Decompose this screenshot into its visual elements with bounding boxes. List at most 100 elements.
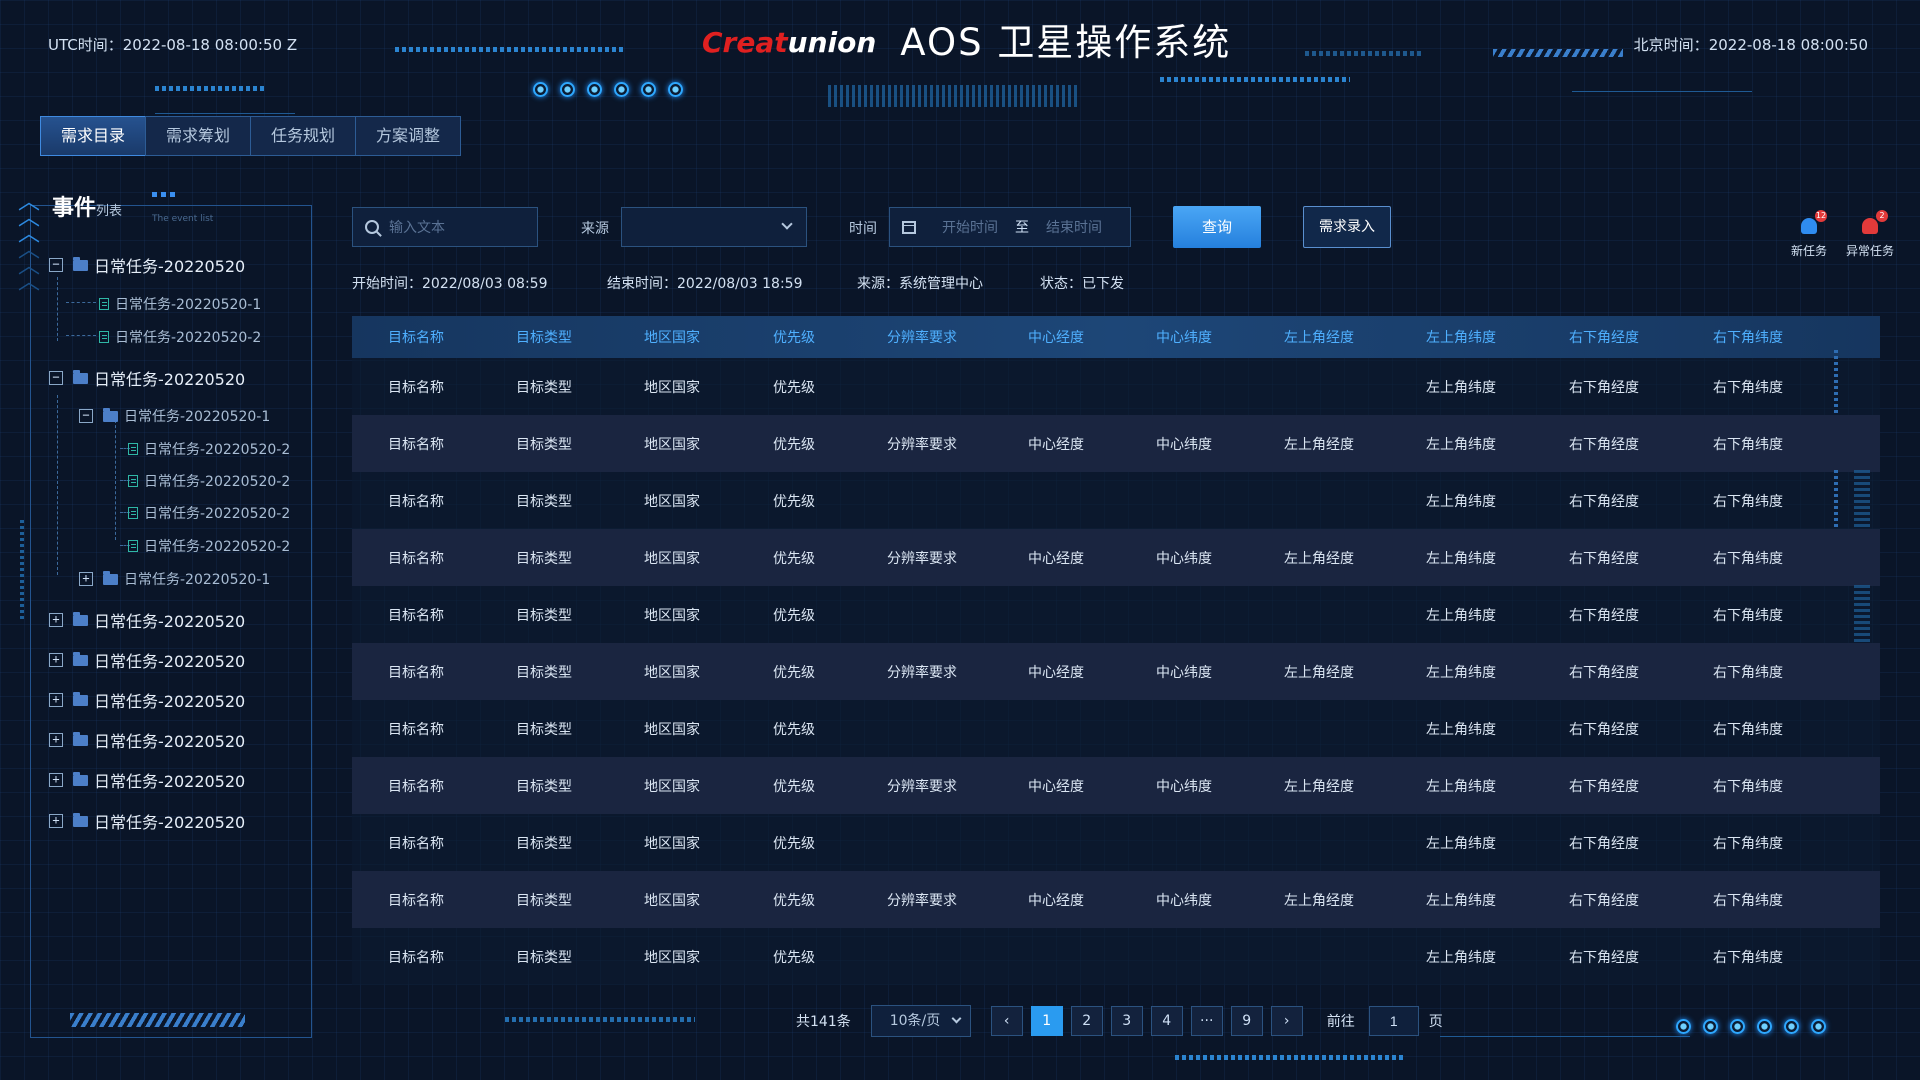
abnormal-task-badge: 2 [1876,210,1888,222]
page-size-select[interactable]: 10条/页 [870,1005,971,1037]
header-decor-bars [828,85,1080,107]
tab-task-planning[interactable]: 任务规划 [250,116,356,156]
table-row[interactable]: 目标名称 目标类型 地区国家 优先级 左上角纬度 右下角经度 右下角纬度 [352,700,1880,757]
header-decor-line-left [155,113,295,114]
source-select[interactable] [621,207,807,247]
utc-time-label: UTC时间 [48,36,108,54]
demand-entry-button[interactable]: 需求录入 [1303,206,1391,248]
tree-node[interactable]: + 日常任务-20220520 [49,608,245,632]
tree-node[interactable]: + 日常任务-20220520 [49,768,245,792]
expand-toggle[interactable]: + [79,572,93,586]
table-row[interactable]: 目标名称 目标类型 地区国家 优先级 左上角纬度 右下角经度 右下角纬度 [352,928,1880,985]
column-header[interactable]: 优先级 [736,327,852,347]
table-row[interactable]: 目标名称 目标类型 地区国家 优先级 分辨率要求 中心经度 中心纬度 左上角经度 左上角纬度 右下… [352,871,1880,928]
table-decor-bars [1854,585,1870,645]
table-row[interactable]: 目标名称 目标类型 地区国家 优先级 分辨率要求 中心经度 中心纬度 左上角经度 左上角纬度 右下… [352,757,1880,814]
expand-toggle[interactable]: + [49,613,63,627]
tree-leaf[interactable]: 日常任务-20220520-2 [128,536,290,556]
table-cell: 右下角经度 [1569,607,1639,624]
goto-page-input[interactable] [1368,1006,1419,1036]
tab-plan-adjustment[interactable]: 方案调整 [355,116,461,156]
table-cell: 目标类型 [516,664,572,681]
folder-icon [73,651,88,666]
prev-page-button[interactable]: ‹ [990,1006,1023,1036]
table-row[interactable]: 目标名称 目标类型 地区国家 优先级 分辨率要求 中心经度 中心纬度 左上角经度 左上角纬度 右下… [352,529,1880,586]
sidebar-decor-stripe [70,1013,245,1027]
table-cell: 右下角纬度 [1713,949,1783,966]
column-header[interactable]: 右下角经度 [1532,327,1676,347]
table-row[interactable]: 目标名称 目标类型 地区国家 优先级 左上角纬度 右下角经度 右下角纬度 [352,358,1880,415]
table-row[interactable]: 目标名称 目标类型 地区国家 优先级 左上角纬度 右下角经度 右下角纬度 [352,586,1880,643]
column-header[interactable]: 地区国家 [608,327,736,347]
expand-toggle[interactable]: + [49,733,63,747]
tree-node[interactable]: + 日常任务-20220520-1 [79,569,270,589]
table-row[interactable]: 目标名称 目标类型 地区国家 优先级 分辨率要求 中心经度 中心纬度 左上角经度 左上角纬度 右下… [352,415,1880,472]
column-header[interactable]: 目标名称 [352,327,480,347]
tab-demand-catalog[interactable]: 需求目录 [40,116,146,156]
tree-leaf[interactable]: 日常任务-20220520-2 [128,471,290,491]
table-cell: 中心经度 [1028,550,1084,567]
expand-toggle[interactable]: + [49,653,63,667]
tree-node[interactable]: − 日常任务-20220520-1 [79,406,270,426]
tree-leaf[interactable]: 日常任务-20220520-1 [99,294,261,314]
date-range-picker[interactable]: 开始时间 至 结束时间 [889,207,1131,247]
tree-node[interactable]: − 日常任务-20220520 [49,366,245,390]
tree-leaf-label: 日常任务-20220520-2 [144,539,291,555]
tree-node[interactable]: + 日常任务-20220520 [49,688,245,712]
folder-icon [103,407,118,422]
column-header[interactable]: 中心纬度 [1120,327,1248,347]
column-header[interactable]: 右下角纬度 [1676,327,1820,347]
page-button[interactable]: ··· [1190,1006,1223,1036]
table-row[interactable]: 目标名称 目标类型 地区国家 优先级 左上角纬度 右下角经度 右下角纬度 [352,472,1880,529]
column-header[interactable]: 目标类型 [480,327,608,347]
search-input[interactable] [389,219,519,235]
table-row[interactable]: 目标名称 目标类型 地区国家 优先级 左上角纬度 右下角经度 右下角纬度 [352,814,1880,871]
query-button[interactable]: 查询 [1173,206,1261,248]
table-cell: 右下角纬度 [1713,892,1783,909]
tree-leaf[interactable]: 日常任务-20220520-2 [128,439,290,459]
tree-connector [115,420,116,540]
alert-bell-icon: 2 [1862,210,1888,234]
column-header[interactable]: 左上角纬度 [1390,327,1532,347]
next-page-button[interactable]: › [1270,1006,1303,1036]
table-scrollbar[interactable] [1834,350,1838,416]
tree-node[interactable]: − 日常任务-20220520 [49,253,245,277]
column-header[interactable]: 中心经度 [992,327,1120,347]
collapse-toggle[interactable]: − [49,258,63,272]
goto-label: 前往 [1326,1014,1355,1030]
page-button[interactable]: 2 [1070,1006,1103,1036]
expand-toggle[interactable]: + [49,693,63,707]
abnormal-task-notification[interactable]: 2 异常任务 [1845,210,1895,259]
event-list-subtitle: The event list [152,214,214,224]
page-button[interactable]: 3 [1110,1006,1143,1036]
tree-node[interactable]: + 日常任务-20220520 [49,728,245,752]
start-time-input[interactable]: 开始时间 [942,217,998,237]
page-button[interactable]: 1 [1030,1006,1063,1036]
tree-node-label: 日常任务-20220520-1 [124,409,271,425]
end-time-input[interactable]: 结束时间 [1046,217,1102,237]
table-cell: 左上角经度 [1284,778,1354,795]
collapse-toggle[interactable]: − [49,371,63,385]
tree-leaf[interactable]: 日常任务-20220520-2 [99,327,261,347]
tree-node[interactable]: + 日常任务-20220520 [49,809,245,833]
column-header[interactable]: 分辨率要求 [852,327,992,347]
collapse-toggle[interactable]: − [79,409,93,423]
table-cell: 中心纬度 [1156,892,1212,909]
page-button[interactable]: 4 [1150,1006,1183,1036]
document-icon [128,475,138,487]
table-cell: 右下角纬度 [1713,436,1783,453]
expand-toggle[interactable]: + [49,814,63,828]
tree-leaf[interactable]: 日常任务-20220520-2 [128,503,290,523]
page-button[interactable]: 9 [1230,1006,1263,1036]
search-box[interactable] [352,207,538,247]
expand-toggle[interactable]: + [49,773,63,787]
tab-demand-planning[interactable]: 需求筹划 [145,116,251,156]
new-task-notification[interactable]: 12 新任务 [1784,210,1834,259]
table-cell: 优先级 [773,607,815,624]
folder-icon [73,369,88,384]
tree-node[interactable]: + 日常任务-20220520 [49,648,245,672]
table-row[interactable]: 目标名称 目标类型 地区国家 优先级 分辨率要求 中心经度 中心纬度 左上角经度 左上角纬度 右下… [352,643,1880,700]
tree-connector [66,335,96,336]
column-header[interactable]: 左上角经度 [1248,327,1390,347]
sidebar-decor-bar [20,520,24,620]
